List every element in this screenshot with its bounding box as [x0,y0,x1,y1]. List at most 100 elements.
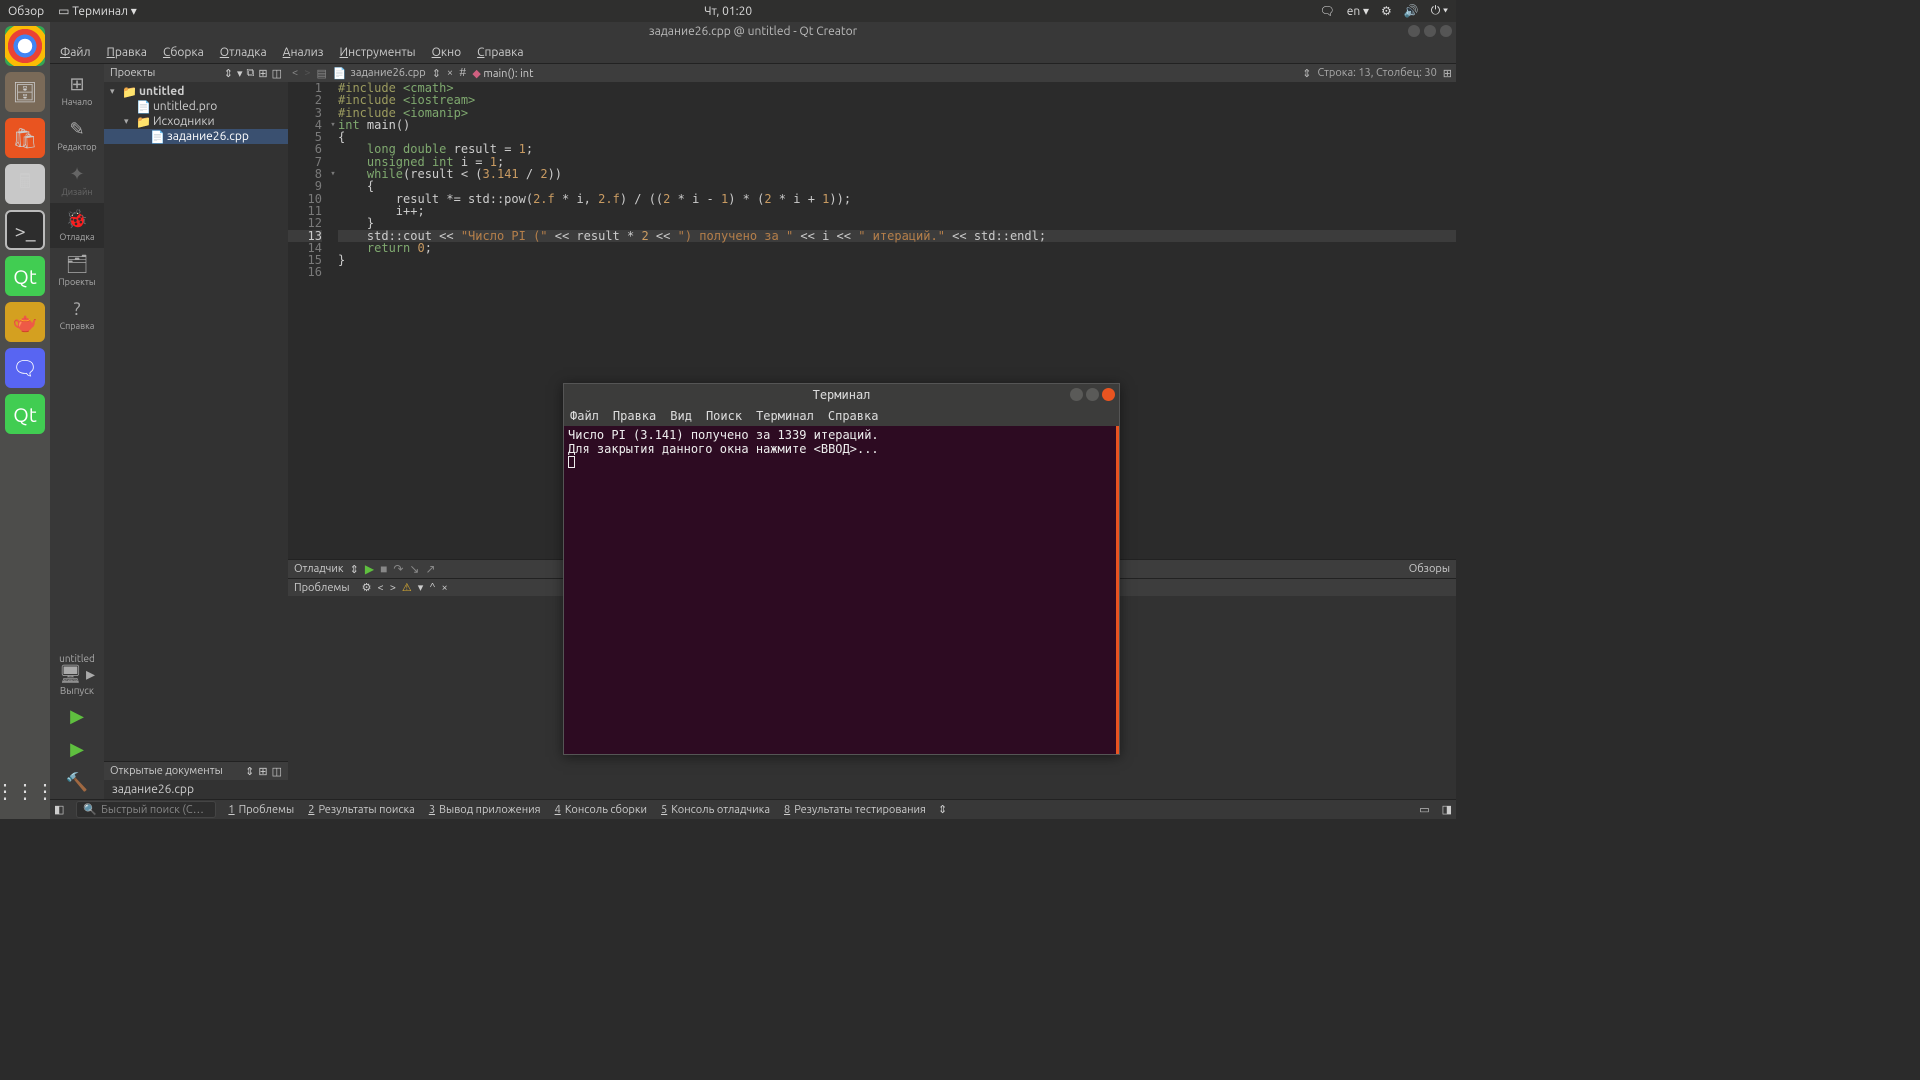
menu-Файл[interactable]: Файл [60,46,91,59]
tree-item[interactable]: ▾📁 Исходники [104,114,288,129]
dropdown-icon[interactable]: ⇕ [350,563,359,576]
split-icon[interactable]: ◫ [272,67,282,80]
mode-Отладка[interactable]: 🐞Отладка [50,203,104,248]
menu-Окно[interactable]: Окно [432,46,462,59]
back-button[interactable]: < [292,67,298,79]
output-tab-4[interactable]: 4 Консоль сборки [555,804,647,816]
stop-icon[interactable]: ■ [380,562,387,576]
continue-icon[interactable]: ▶ [365,562,374,576]
warning-icon[interactable]: ⚠ [402,581,412,594]
main-menu: Файл Правка Сборка Отладка Анализ Инструменты… [50,42,1456,64]
window-title: задание26.cpp @ untitled - Qt Creator [649,25,857,38]
mode-Редактор[interactable]: ✎Редактор [50,113,104,158]
config-icon[interactable]: ⚙ [362,581,372,594]
split-icon[interactable]: ◫ [272,765,282,778]
tree-item[interactable]: ▾📁 untitled [104,84,288,99]
build-button[interactable]: 🔨 [66,766,88,799]
output-tab-3[interactable]: 3 Вывод приложения [429,804,541,816]
activities-button[interactable]: Обзор [8,5,44,18]
term-menu-Поиск[interactable]: Поиск [706,409,742,423]
maximize-button[interactable] [1424,25,1436,37]
clock[interactable]: Чт, 01:20 [137,5,1320,18]
kit-selector[interactable]: untitled🖥 ▸Выпуск [59,649,95,700]
tree-item[interactable]: 📄 задание26.cpp [104,129,288,144]
run-button[interactable]: ▶ [70,700,84,733]
tree-item[interactable]: 📄 untitled.pro [104,99,288,114]
bookmark-icon[interactable]: ▤ [316,67,326,80]
show-apps-icon[interactable]: ⋮⋮⋮ [5,771,45,811]
qtcreator-icon[interactable]: Qt [5,394,45,434]
locator-input[interactable]: 🔍 Быстрый поиск (C… [76,801,216,818]
dropdown-icon[interactable]: ⇕ [938,803,947,816]
qt-icon[interactable]: Qt [5,256,45,296]
chrome-icon[interactable] [5,26,45,66]
discord-tray-icon[interactable]: 🗨 [1320,4,1335,18]
split-icon[interactable]: ⊞ [1443,67,1452,80]
files-icon[interactable]: 🗄 [5,72,45,112]
term-menu-Терминал[interactable]: Терминал [756,409,814,423]
dropdown-icon[interactable]: ⇕ [432,67,441,80]
add-icon[interactable]: ⊞ [258,67,267,80]
close-tab-icon[interactable]: × [447,67,453,79]
open-docs-label: Открытые документы [110,765,223,777]
symbol-nav[interactable]: ◆ main(): int [472,67,533,80]
menu-Отладка[interactable]: Отладка [220,46,267,59]
link-icon[interactable]: ⧉ [247,67,255,80]
volume-icon[interactable]: 🔊 [1404,4,1419,18]
forward-button[interactable]: > [304,67,310,79]
menu-Сборка[interactable]: Сборка [163,46,204,59]
output-tab-8[interactable]: 8 Результаты тестирования [784,804,926,816]
software-icon[interactable]: 🛍 [5,118,45,158]
filter-icon[interactable]: ▾ [237,67,243,80]
output-tab-5[interactable]: 5 Консоль отладчика [661,804,770,816]
term-menu-Вид[interactable]: Вид [670,409,692,423]
power-icon[interactable]: ⏻ ▾ [1431,4,1448,18]
output-tab-1[interactable]: 1 Проблемы [228,804,294,816]
close-button[interactable] [1440,25,1452,37]
step-into-icon[interactable]: ↘ [409,562,419,576]
mode-Проекты[interactable]: 🗂Проекты [50,248,104,293]
minimize-button[interactable] [1070,388,1083,401]
terminal-output[interactable]: Число PI (3.141) получено за 1339 итерац… [564,426,1119,754]
network-icon[interactable]: ⚙ [1381,4,1392,18]
filter-icon[interactable]: ▾ [418,581,424,594]
step-out-icon[interactable]: ↗ [425,562,435,576]
collapse-icon[interactable]: ^ [429,582,435,594]
calculator-icon[interactable]: 🖩 [5,164,45,204]
prev-icon[interactable]: < [377,582,383,594]
open-doc-item[interactable]: задание26.cpp [104,782,288,797]
term-menu-Правка[interactable]: Правка [613,409,656,423]
discord-icon[interactable]: 🗨 [5,348,45,388]
file-tab[interactable]: 📄 задание26.cpp [333,67,426,80]
dropdown-icon[interactable]: ⇕ [245,765,254,778]
dropdown-icon[interactable]: ⇕ [1302,67,1311,80]
mode-Дизайн[interactable]: ✦Дизайн [50,158,104,203]
menu-Инструменты[interactable]: Инструменты [340,46,416,59]
mode-Справка[interactable]: ?Справка [50,293,104,337]
close-pane-icon[interactable]: × [442,582,448,594]
sidebar-toggle-icon[interactable]: ◧ [54,803,64,816]
dropdown-icon[interactable]: ⇕ [224,67,233,80]
views-label[interactable]: Обзоры [1409,563,1450,575]
menu-Правка[interactable]: Правка [107,46,147,59]
maximize-button[interactable] [1086,388,1099,401]
close-button[interactable] [1102,388,1115,401]
mode-Начало[interactable]: ⊞Начало [50,68,104,113]
step-over-icon[interactable]: ↷ [393,562,403,576]
teapot-icon[interactable]: 🫖 [5,302,45,342]
next-icon[interactable]: > [390,582,396,594]
progress-icon[interactable]: ▭ [1419,803,1429,816]
sidebar-right-toggle-icon[interactable]: ◨ [1442,803,1452,816]
app-menu[interactable]: ▭ Терминал ▾ [58,4,137,18]
menu-Анализ[interactable]: Анализ [283,46,324,59]
keyboard-layout[interactable]: en ▾ [1347,4,1369,18]
term-menu-Файл[interactable]: Файл [570,409,599,423]
terminal-icon[interactable]: >_ [5,210,45,250]
minimize-button[interactable] [1408,25,1420,37]
cursor-position[interactable]: Строка: 13, Столбец: 30 [1318,67,1437,79]
menu-Справка[interactable]: Справка [477,46,523,59]
output-tab-2[interactable]: 2 Результаты поиска [308,804,415,816]
debug-button[interactable]: ▶ [70,733,84,766]
term-menu-Справка[interactable]: Справка [828,409,879,423]
add-icon[interactable]: ⊞ [258,765,267,778]
